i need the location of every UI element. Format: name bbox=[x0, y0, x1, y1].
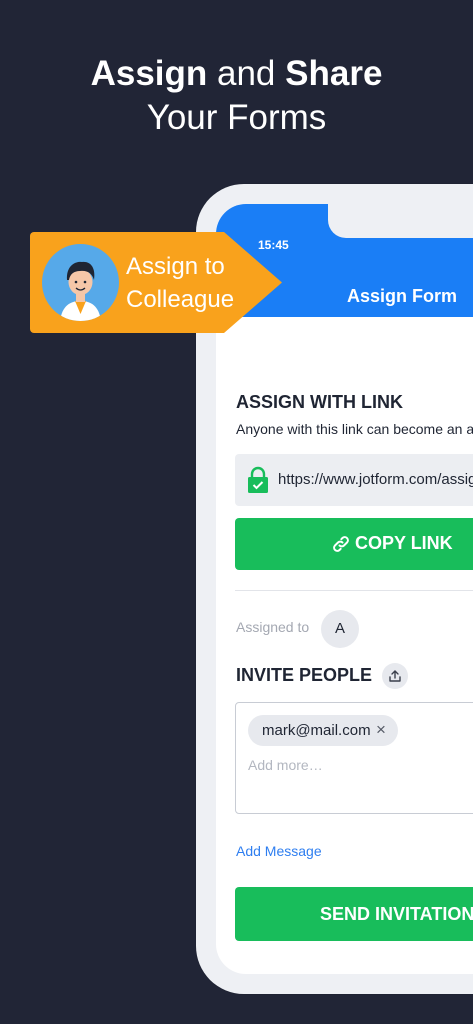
email-chip[interactable]: mark@mail.com × bbox=[248, 715, 398, 746]
badge-text: Assign to Colleague bbox=[126, 250, 234, 316]
app-bar-title: Assign Form bbox=[347, 286, 458, 306]
copy-link-button[interactable]: COPY LINK bbox=[235, 518, 473, 570]
promo-page: Assign and Share Your Forms 15:45 Assign… bbox=[0, 0, 473, 1024]
badge-line1: Assign to bbox=[126, 253, 225, 280]
assigned-to-label: Assigned to bbox=[236, 619, 310, 635]
headline-assign: Assign bbox=[90, 54, 208, 93]
add-message-link[interactable]: Add Message bbox=[236, 843, 322, 859]
person-avatar-icon bbox=[42, 244, 119, 321]
headline-and: and bbox=[207, 54, 286, 93]
section-divider bbox=[235, 590, 473, 591]
assignee-avatar[interactable]: A bbox=[321, 610, 359, 648]
lock-icon bbox=[248, 466, 268, 493]
send-invitation-label: SEND INVITATION bbox=[320, 904, 473, 924]
copy-link-label: COPY LINK bbox=[355, 533, 453, 553]
assign-to-colleague-badge: Assign to Colleague bbox=[30, 232, 282, 333]
invite-people-title: INVITE PEOPLE bbox=[236, 665, 373, 685]
assign-with-link-title: ASSIGN WITH LINK bbox=[236, 392, 403, 412]
link-url: https://www.jotform.com/assign/form bbox=[278, 471, 473, 488]
badge-line2: Colleague bbox=[126, 286, 235, 313]
upload-icon bbox=[389, 670, 401, 682]
promo-headline: Assign and Share Your Forms bbox=[0, 52, 473, 140]
send-invitation-button[interactable]: SEND INVITATION bbox=[235, 887, 473, 941]
phone-notch bbox=[328, 204, 473, 238]
invite-emails-box[interactable]: mark@mail.com × bbox=[235, 702, 473, 814]
upload-button[interactable] bbox=[382, 663, 408, 689]
link-icon bbox=[333, 536, 349, 552]
link-field[interactable]: https://www.jotform.com/assign/form bbox=[235, 454, 473, 506]
headline-line2: Your Forms bbox=[146, 98, 327, 137]
email-chip-text: mark@mail.com bbox=[262, 722, 371, 739]
assign-link-description: Anyone with this link can become an assi… bbox=[236, 421, 473, 437]
add-more-input[interactable] bbox=[248, 757, 473, 773]
close-icon[interactable]: × bbox=[376, 720, 386, 740]
headline-share: Share bbox=[285, 54, 383, 93]
